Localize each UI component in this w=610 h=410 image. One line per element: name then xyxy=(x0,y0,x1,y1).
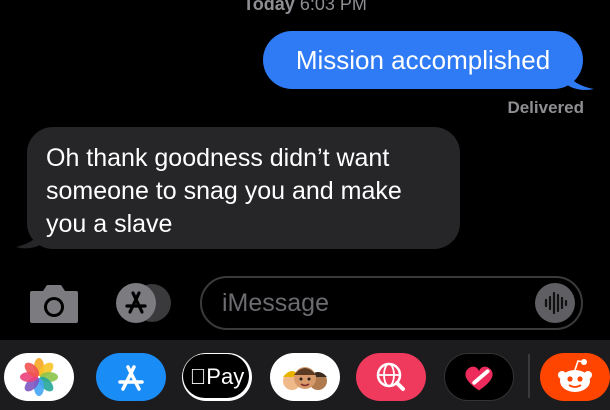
apple-logo-icon:  xyxy=(190,364,207,389)
conversation-timestamp: Today 6:03 PM xyxy=(0,0,610,15)
sent-message-bubble[interactable]: Mission accomplished xyxy=(263,31,583,89)
apps-button-icon[interactable] xyxy=(114,281,174,325)
timestamp-day: Today xyxy=(243,0,295,14)
message-input[interactable]: iMessage xyxy=(200,276,583,330)
app-store-app-button[interactable] xyxy=(96,353,166,401)
imessage-screen: Today 6:03 PM Mission accomplished Deliv… xyxy=(0,0,610,410)
received-bubble-tail xyxy=(16,226,46,249)
app-store-icon xyxy=(118,365,144,391)
waveform-icon xyxy=(544,291,568,315)
heart-icon xyxy=(465,366,493,391)
memoji-app-button[interactable] xyxy=(270,353,340,401)
received-message-bubble[interactable]: Oh thank goodness didn’t want someone to… xyxy=(27,127,460,249)
digital-touch-app-button[interactable] xyxy=(444,353,514,401)
photos-icon xyxy=(20,358,58,396)
apple-pay-app-button[interactable]: Pay xyxy=(182,353,252,401)
timestamp-time: 6:03 PM xyxy=(299,0,367,14)
reddit-icon xyxy=(558,359,592,392)
camera-icon[interactable] xyxy=(28,281,80,325)
memoji-icon xyxy=(283,367,327,390)
drawer-divider xyxy=(528,354,530,398)
images-search-app-button[interactable] xyxy=(356,353,426,401)
globe-search-icon xyxy=(376,362,405,391)
app-drawer: Pay xyxy=(0,340,610,410)
sent-bubble-tail xyxy=(566,70,594,90)
delivered-status: Delivered xyxy=(507,98,584,117)
message-input-placeholder: iMessage xyxy=(222,289,329,317)
audio-message-button[interactable] xyxy=(535,283,575,323)
photos-app-button[interactable] xyxy=(4,353,74,401)
reddit-app-button[interactable] xyxy=(540,353,610,401)
apple-pay-label: Pay xyxy=(182,353,252,401)
apple-pay-text: Pay xyxy=(198,364,244,389)
